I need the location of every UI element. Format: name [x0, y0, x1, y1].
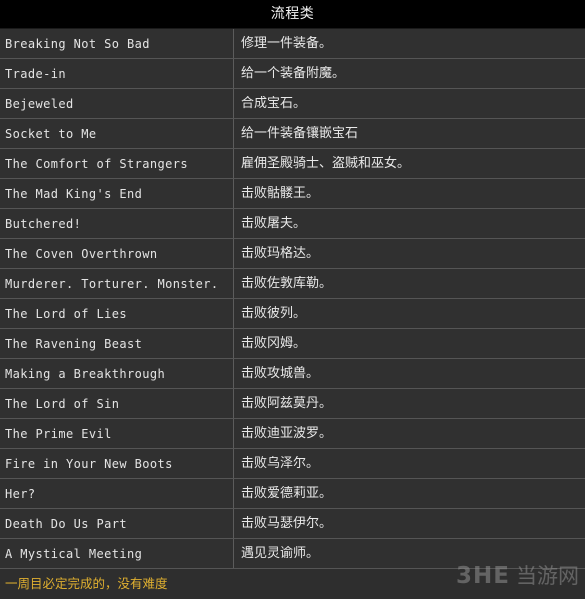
- watermark-logo-icon: 3HE: [456, 563, 510, 589]
- achievement-name-cell: Butchered!: [5, 216, 82, 231]
- table-row: Death Do Us Part 击败马瑟伊尔。: [0, 509, 585, 539]
- achievement-name-cell: The Ravening Beast: [5, 336, 143, 351]
- table-row: The Mad King's End 击败骷髅王。: [0, 179, 585, 209]
- achievement-name-cell: The Coven Overthrown: [5, 246, 158, 261]
- achievement-name-cell: Breaking Not So Bad: [5, 36, 150, 51]
- achievement-name-cell: The Lord of Sin: [5, 396, 120, 411]
- table-row: Trade-in 给一个装备附魔。: [0, 59, 585, 89]
- achievement-name-cell: Making a Breakthrough: [5, 366, 166, 381]
- achievement-description-cell: 击败骷髅王。: [241, 186, 320, 201]
- table-row: The Prime Evil 击败迪亚波罗。: [0, 419, 585, 449]
- table-row: The Coven Overthrown 击败玛格达。: [0, 239, 585, 269]
- achievement-description-cell: 给一个装备附魔。: [241, 66, 346, 81]
- achievement-description-cell: 击败迪亚波罗。: [241, 426, 333, 441]
- achievement-name-cell: Socket to Me: [5, 126, 97, 141]
- achievement-description-cell: 合成宝石。: [241, 96, 307, 111]
- achievement-description-cell: 修理一件装备。: [241, 36, 333, 51]
- table-row: Breaking Not So Bad 修理一件装备。: [0, 29, 585, 59]
- achievement-description-cell: 击败马瑟伊尔。: [241, 516, 333, 531]
- achievement-name-cell: Death Do Us Part: [5, 516, 127, 531]
- table-row: Her? 击败爱德莉亚。: [0, 479, 585, 509]
- achievement-name-cell: Trade-in: [5, 66, 66, 81]
- achievement-name-cell: Fire in Your New Boots: [5, 456, 173, 471]
- table-row: Bejeweled 合成宝石。: [0, 89, 585, 119]
- table-row: Butchered! 击败屠夫。: [0, 209, 585, 239]
- page-title: 流程类: [270, 6, 315, 22]
- achievement-description-cell: 击败攻城兽。: [241, 366, 320, 381]
- achievement-description-cell: 击败彼列。: [241, 306, 307, 321]
- table-row: A Mystical Meeting 遇见灵谕师。: [0, 539, 585, 569]
- table-row: The Comfort of Strangers 雇佣圣殿骑士、盗贼和巫女。: [0, 149, 585, 179]
- achievement-name-cell: Her?: [5, 486, 36, 501]
- achievement-name-cell: The Mad King's End: [5, 186, 143, 201]
- achievement-description-cell: 击败佐敦库勒。: [241, 276, 333, 291]
- achievement-description-cell: 击败屠夫。: [241, 216, 307, 231]
- achievement-name-cell: The Comfort of Strangers: [5, 156, 188, 171]
- table-row: The Lord of Sin 击败阿兹莫丹。: [0, 389, 585, 419]
- site-watermark: 3HE 当游网: [456, 565, 579, 588]
- watermark-label: 当游网: [516, 564, 579, 588]
- achievement-description-cell: 击败玛格达。: [241, 246, 320, 261]
- achievement-name-cell: Bejeweled: [5, 96, 74, 111]
- table-row: Murderer. Torturer. Monster. 击败佐敦库勒。: [0, 269, 585, 299]
- achievement-description-cell: 雇佣圣殿骑士、盗贼和巫女。: [241, 156, 411, 171]
- achievement-name-cell: A Mystical Meeting: [5, 546, 143, 561]
- achievement-name-cell: The Lord of Lies: [5, 306, 127, 321]
- table-row: The Ravening Beast 击败冈姆。: [0, 329, 585, 359]
- achievement-table-page: 流程类 Breaking Not So Bad 修理一件装备。 Trade-in 给一…: [0, 0, 585, 599]
- achievement-description-cell: 击败冈姆。: [241, 336, 307, 351]
- achievement-name-cell: The Prime Evil: [5, 426, 112, 441]
- achievement-description-cell: 击败爱德莉亚。: [241, 486, 333, 501]
- achievement-name-cell: Murderer. Torturer. Monster.: [5, 276, 219, 291]
- achievement-description-cell: 击败阿兹莫丹。: [241, 396, 333, 411]
- achievement-description-cell: 给一件装备镶嵌宝石: [241, 126, 359, 141]
- achievement-description-cell: 击败乌泽尔。: [241, 456, 320, 471]
- achievement-table: Breaking Not So Bad 修理一件装备。 Trade-in 给一个装备附…: [0, 29, 585, 569]
- table-row: Socket to Me 给一件装备镶嵌宝石: [0, 119, 585, 149]
- achievement-description-cell: 遇见灵谕师。: [241, 546, 320, 561]
- table-row: Making a Breakthrough 击败攻城兽。: [0, 359, 585, 389]
- table-row: Fire in Your New Boots 击败乌泽尔。: [0, 449, 585, 479]
- footer-bar: 一周目必定完成的，没有难度 3HE 当游网: [0, 565, 585, 599]
- table-header: 流程类: [0, 0, 585, 29]
- footer-note: 一周目必定完成的，没有难度: [5, 576, 168, 591]
- table-row: The Lord of Lies 击败彼列。: [0, 299, 585, 329]
